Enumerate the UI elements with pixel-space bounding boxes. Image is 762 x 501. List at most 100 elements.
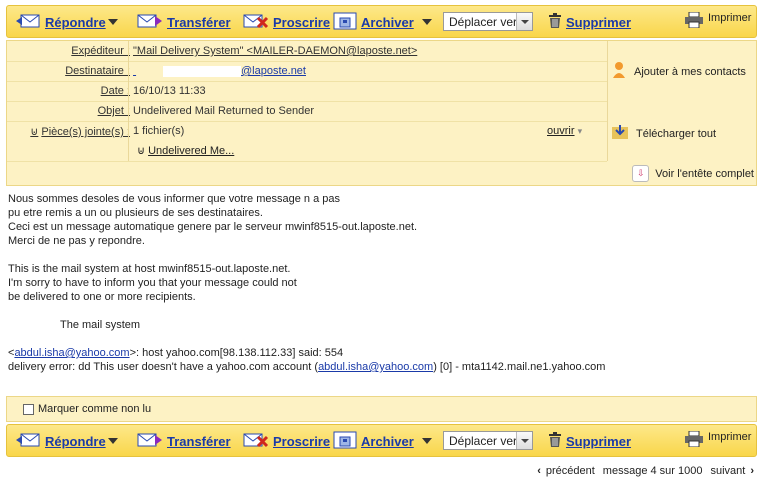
body-line: Ceci est un message automatique genere p…: [8, 221, 418, 233]
previous-message-link[interactable]: ‹ précédent: [537, 465, 595, 477]
date-label: Date :: [100, 85, 130, 97]
chevron-right-icon: ›: [750, 465, 754, 477]
move-to-select[interactable]: Déplacer vers: [443, 12, 533, 31]
body-line: [8, 332, 748, 346]
delete-button[interactable]: Supprimer: [548, 12, 631, 32]
archive-label: Archiver: [361, 433, 414, 449]
message-pager: ‹ précédent message 4 sur 1000 suivant ›: [537, 465, 754, 477]
delete-label: Supprimer: [566, 14, 632, 30]
body-line: Nous sommes desoles de vous informer que…: [8, 193, 340, 205]
header-divider: [607, 41, 608, 161]
forward-label: Transférer: [167, 433, 231, 449]
attachment-file-link[interactable]: ⊍ Undelivered Me...: [137, 144, 234, 157]
delete-label: Supprimer: [566, 433, 632, 449]
date-row: Date : 16/10/13 11:33: [7, 81, 607, 102]
trash-icon: [548, 431, 562, 451]
paperclip-icon: ⊍: [137, 145, 146, 157]
message-body: Nous sommes desoles de vous informer que…: [8, 192, 748, 374]
move-to-value: Déplacer vers: [449, 14, 524, 29]
block-sender-button[interactable]: Proscrire: [243, 431, 330, 451]
mark-unread-bar: Marquer comme non lu: [6, 396, 757, 422]
reply-dropdown-caret[interactable]: [108, 19, 118, 25]
block-icon: [243, 432, 269, 451]
error-email-link[interactable]: abdul.isha@yahoo.com: [318, 361, 433, 373]
reply-label: Répondre: [45, 14, 106, 30]
top-toolbar: Répondre Transférer Proscrire Archiver D…: [6, 5, 757, 38]
archive-label: Archiver: [361, 14, 414, 30]
archive-dropdown-caret[interactable]: [422, 438, 432, 444]
reply-label: Répondre: [45, 433, 106, 449]
body-line: be delivered to one or more recipients.: [8, 291, 196, 303]
sender-row: Expéditeur : "Mail Delivery System" <MAI…: [7, 41, 607, 62]
body-line: This is the mail system at host mwinf851…: [8, 263, 291, 275]
trash-icon: [548, 12, 562, 32]
body-line: [8, 304, 748, 318]
attachments-row: ⊍ Pièce(s) jointe(s) : 1 fichier(s) ouvri…: [7, 121, 607, 162]
body-line: I'm sorry to have to inform you that you…: [8, 277, 297, 289]
print-label: Imprimer: [708, 12, 752, 24]
recipient-value[interactable]: @laposte.net: [133, 65, 306, 77]
print-button[interactable]: Imprimer: [685, 11, 752, 31]
recipient-row: Destinataire : @laposte.net: [7, 61, 607, 82]
message-header-panel: Expéditeur : "Mail Delivery System" <MAI…: [6, 40, 757, 186]
forward-button[interactable]: Transférer: [137, 12, 231, 32]
body-line: pu etre remis a un ou plusieurs de ses d…: [8, 207, 263, 219]
reply-button[interactable]: Répondre: [15, 12, 106, 32]
mark-unread-label: Marquer comme non lu: [38, 403, 152, 415]
view-full-header-button[interactable]: ⇩ Voir l'entête complet: [632, 165, 754, 182]
body-line: [8, 248, 748, 262]
reply-icon: [15, 13, 41, 32]
download-all-label: Télécharger tout: [636, 127, 717, 140]
archive-dropdown-caret[interactable]: [422, 19, 432, 25]
printer-icon: [685, 11, 703, 31]
reply-button[interactable]: Répondre: [15, 431, 106, 451]
reply-dropdown-caret[interactable]: [108, 438, 118, 444]
download-icon: [612, 125, 628, 142]
block-icon: [243, 13, 269, 32]
forward-button[interactable]: Transférer: [137, 431, 231, 451]
chevron-down-icon: [516, 432, 532, 449]
body-line: The mail system: [60, 319, 141, 331]
error-email-link[interactable]: abdul.isha@yahoo.com: [14, 347, 129, 359]
recipient-label: Destinataire :: [65, 65, 130, 77]
print-button[interactable]: Imprimer: [685, 430, 752, 450]
sender-value[interactable]: "Mail Delivery System" <MAILER-DAEMON@la…: [133, 45, 417, 57]
forward-icon: [137, 432, 163, 451]
sender-label: Expéditeur :: [71, 45, 130, 57]
move-to-select[interactable]: Déplacer vers: [443, 431, 533, 450]
subject-label: Objet :: [97, 105, 130, 117]
chevron-left-icon: ‹: [537, 465, 541, 477]
redacted-block: [163, 65, 241, 77]
full-header-label: Voir l'entête complet: [655, 167, 754, 180]
pager-status: message 4 sur 1000: [602, 465, 703, 477]
attachments-count: 1 fichier(s): [133, 125, 185, 137]
reply-icon: [15, 432, 41, 451]
subject-row: Objet : Undelivered Mail Returned to Sen…: [7, 101, 607, 122]
forward-icon: [137, 13, 163, 32]
error-line-1: <abdul.isha@yahoo.com>: host yahoo.com[9…: [8, 347, 344, 359]
chevron-down-icon: [516, 13, 532, 30]
subject-value: Undelivered Mail Returned to Sender: [133, 105, 314, 117]
move-to-value: Déplacer vers: [449, 433, 524, 448]
error-line-2: delivery error: dd This user doesn't hav…: [8, 361, 606, 373]
printer-icon: [685, 430, 703, 450]
add-to-contacts-button[interactable]: Ajouter à mes contacts: [612, 61, 746, 82]
attachments-label: ⊍ Pièce(s) jointe(s) :: [30, 126, 130, 138]
delete-button[interactable]: Supprimer: [548, 431, 631, 451]
chevron-down-icon: ▾: [577, 126, 583, 136]
block-label: Proscrire: [273, 433, 331, 449]
print-label: Imprimer: [708, 431, 752, 443]
archive-icon: [333, 12, 357, 33]
archive-button[interactable]: Archiver: [333, 431, 414, 451]
forward-label: Transférer: [167, 14, 231, 30]
contact-icon: [612, 61, 626, 82]
archive-button[interactable]: Archiver: [333, 12, 414, 32]
bottom-toolbar: Répondre Transférer Proscrire Archiver D…: [6, 424, 757, 457]
open-attachments-link[interactable]: ouvrir ▾: [547, 125, 582, 137]
mark-unread-checkbox[interactable]: [23, 403, 34, 415]
download-all-button[interactable]: Télécharger tout: [612, 125, 716, 142]
date-value: 16/10/13 11:33: [133, 85, 206, 97]
add-contacts-label: Ajouter à mes contacts: [634, 65, 746, 78]
next-message-link[interactable]: suivant ›: [710, 465, 754, 477]
block-sender-button[interactable]: Proscrire: [243, 12, 330, 32]
